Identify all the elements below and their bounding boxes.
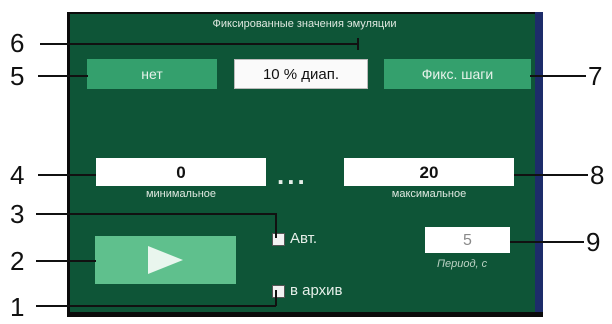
callout-4-line [38,174,96,176]
callout-6-line [40,43,358,45]
callout-9: 9 [586,227,601,257]
callout-6: 6 [10,28,25,58]
callout-1: 1 [10,292,25,322]
callout-5: 5 [10,61,25,91]
auto-checkbox-label: Авт. [290,230,318,247]
callout-5-line [38,75,88,77]
archive-checkbox[interactable] [272,285,285,298]
fixed-steps-button[interactable]: Фикс. шаги [384,59,531,89]
panel-bottom-edge [67,312,543,317]
period-input[interactable]: 5 [425,227,510,253]
callout-3-line [36,213,276,215]
min-value-field[interactable]: 0 [96,158,266,186]
panel-right-edge [535,12,543,317]
callout-8: 8 [590,160,605,190]
callout-2-line [36,260,96,262]
min-value-label: минимальное [145,188,217,200]
callout-6-tick [357,38,359,50]
range-10-percent-button[interactable]: 10 % диап. [234,59,368,89]
max-value-label: максимальное [391,188,467,200]
callout-3-tick [275,213,277,238]
callout-1-line [36,305,276,307]
callout-4: 4 [10,160,25,190]
auto-checkbox[interactable] [272,233,285,246]
callout-8-line [514,174,588,176]
start-emulation-button[interactable] [95,236,236,284]
play-icon [148,246,183,274]
panel-title: Фиксированные значения эмуляции [212,18,397,30]
archive-checkbox-label: в архив [290,282,343,299]
range-separator: ... [277,160,308,190]
callout-7: 7 [588,61,603,91]
callout-3: 3 [10,199,25,229]
period-label: Период, с [437,258,488,270]
callout-9-line [510,241,584,243]
none-button[interactable]: нет [87,59,217,89]
callout-7-line [530,75,586,77]
max-value-field[interactable]: 20 [344,158,514,186]
callout-1-tick [275,290,277,306]
callout-2: 2 [10,246,25,276]
